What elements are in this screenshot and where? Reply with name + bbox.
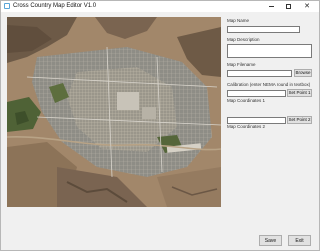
set-point-1-button[interactable]: Set Point 1	[287, 89, 312, 97]
minimize-button[interactable]	[265, 1, 279, 12]
point2-input[interactable]	[227, 117, 286, 124]
satellite-map-graphic	[7, 17, 221, 207]
close-icon: ✕	[304, 3, 310, 10]
map-name-input[interactable]	[227, 26, 300, 33]
window-title: Cross Country Map Editor V1.0	[13, 3, 97, 9]
map-filename-input[interactable]	[227, 70, 292, 77]
maximize-icon	[286, 4, 291, 9]
save-button[interactable]: Save	[259, 235, 282, 246]
close-button[interactable]: ✕	[300, 1, 314, 12]
exit-button[interactable]: Exit	[288, 235, 311, 246]
maximize-button[interactable]	[282, 1, 296, 12]
map-coordinates-2-label: Map Coordinates 2	[227, 124, 266, 129]
map-image[interactable]	[7, 17, 221, 207]
browse-button[interactable]: Browse	[294, 69, 312, 77]
set-point-2-button[interactable]: Set Point 2	[287, 116, 312, 124]
app-window: Cross Country Map Editor V1.0 ✕ Map Name…	[0, 0, 320, 251]
map-description-input[interactable]	[227, 44, 312, 58]
app-icon	[4, 3, 10, 9]
minimize-icon	[269, 6, 274, 7]
map-filename-label: Map Filename	[227, 62, 256, 67]
map-description-label: Map Description	[227, 37, 260, 42]
map-name-label: Map Name	[227, 18, 250, 23]
title-bar: Cross Country Map Editor V1.0 ✕	[1, 1, 319, 12]
calibration-label: Calibration (enter NEMA round in textbox…	[227, 82, 311, 87]
point1-input[interactable]	[227, 90, 286, 97]
map-coordinates-1-label: Map Coordinates 1	[227, 98, 266, 103]
